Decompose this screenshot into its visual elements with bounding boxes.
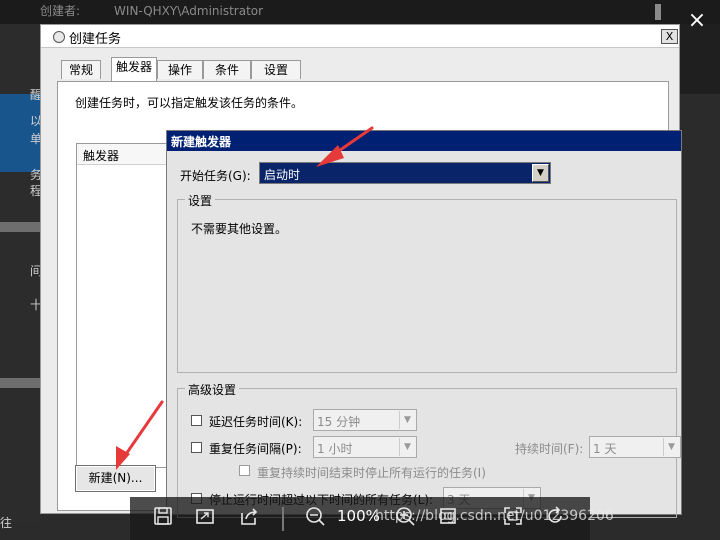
toolbar-divider bbox=[282, 507, 284, 531]
annotation-arrow bbox=[116, 400, 164, 470]
zoom-out-icon[interactable] bbox=[302, 505, 328, 531]
zoom-level: 100% bbox=[337, 507, 380, 525]
resize-icon[interactable] bbox=[192, 505, 218, 531]
annotation-arrows bbox=[116, 126, 374, 470]
share-icon[interactable] bbox=[236, 505, 262, 531]
save-icon[interactable] bbox=[150, 505, 176, 531]
watermark: https://blog.csdn.net/u012396206 bbox=[375, 508, 614, 524]
annotation-arrow bbox=[316, 126, 374, 167]
